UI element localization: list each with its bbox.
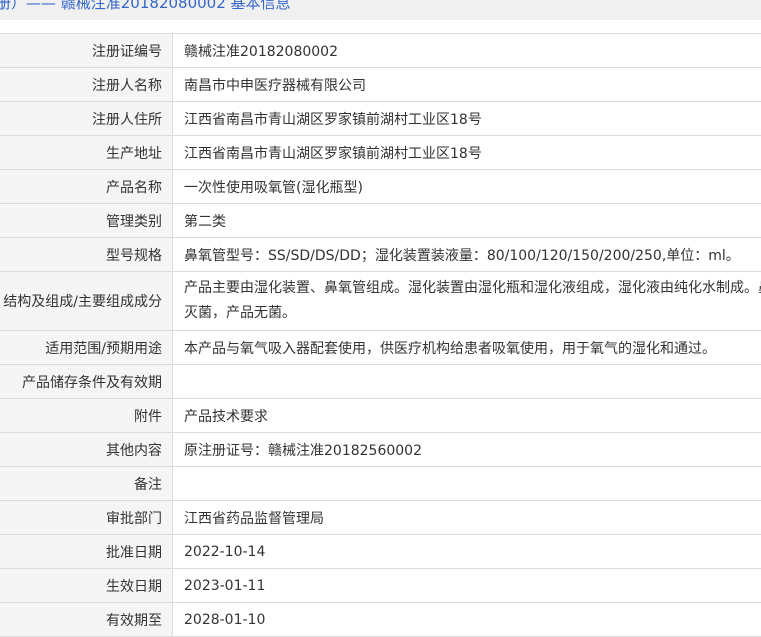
table-row: 备注 [0, 467, 761, 501]
row-value: 江西省药品监督管理局 [173, 501, 761, 535]
table-row: 型号规格 鼻氧管型号：SS/SD/DS/DD；湿化装置装液量：80/100/12… [0, 238, 761, 272]
table-row: 生效日期 2023-01-11 [0, 569, 761, 603]
row-value-continued: 灭菌，产品无菌。 [184, 301, 761, 326]
table-row: 其他内容 原注册证号：赣械注准20182560002 [0, 433, 761, 467]
row-label: 适用范围/预期用途 [0, 338, 172, 358]
row-label: 备注 [0, 474, 172, 494]
row-label: 生产地址 [0, 143, 172, 163]
row-value: 江西省南昌市青山湖区罗家镇前湖村工业区18号 [173, 136, 761, 170]
table-row: 附件 产品技术要求 [0, 399, 761, 433]
row-label: 注册人名称 [0, 75, 172, 95]
table-row: 结构及组成/主要组成成分 产品主要由湿化装置、鼻氧管组成。湿化装置由湿化瓶和湿化… [0, 272, 761, 331]
row-value: 鼻氧管型号：SS/SD/DS/DD；湿化装置装液量：80/100/120/150… [173, 238, 761, 272]
row-value: 2022-10-14 [173, 535, 761, 569]
table-row: 适用范围/预期用途 本产品与氧气吸入器配套使用，供医疗机构给患者吸氧使用，用于氧… [0, 331, 761, 365]
row-label: 产品储存条件及有效期 [0, 372, 172, 392]
row-label: 注册证编号 [0, 41, 172, 61]
table-row: 注册人住所 江西省南昌市青山湖区罗家镇前湖村工业区18号 [0, 102, 761, 136]
row-value: 2028-01-10 [173, 603, 761, 637]
row-label: 产品名称 [0, 177, 172, 197]
row-label: 附件 [0, 406, 172, 426]
row-value: 原注册证号：赣械注准20182560002 [173, 433, 761, 467]
row-value: 南昌市中申医疗器械有限公司 [173, 68, 761, 102]
table-row: 有效期至 2028-01-10 [0, 603, 761, 637]
row-label: 生效日期 [0, 576, 172, 596]
row-value: 江西省南昌市青山湖区罗家镇前湖村工业区18号 [173, 102, 761, 136]
table-row: 产品储存条件及有效期 [0, 365, 761, 399]
row-value: 产品技术要求 [173, 399, 761, 433]
row-value: 2023-01-11 [173, 569, 761, 603]
registration-info-table: 注册证编号 赣械注准20182080002 注册人名称 南昌市中申医疗器械有限公… [0, 33, 761, 637]
row-label: 注册人住所 [0, 109, 172, 129]
row-value: 一次性使用吸氧管(湿化瓶型) [173, 170, 761, 204]
table-row: 注册人名称 南昌市中申医疗器械有限公司 [0, 68, 761, 102]
table-row: 管理类别 第二类 [0, 204, 761, 238]
table-row: 批准日期 2022-10-14 [0, 535, 761, 569]
row-value: 本产品与氧气吸入器配套使用，供医疗机构给患者吸氧使用，用于氧气的湿化和通过。 [173, 331, 761, 365]
row-label: 审批部门 [0, 508, 172, 528]
row-value: 产品主要由湿化装置、鼻氧管组成。湿化装置由湿化瓶和湿化液组成，湿化液由纯化水制成… [184, 276, 761, 301]
table-row: 注册证编号 赣械注准20182080002 [0, 34, 761, 68]
row-label: 批准日期 [0, 542, 172, 562]
row-value: 赣械注准20182080002 [173, 34, 761, 68]
table-row: 审批部门 江西省药品监督管理局 [0, 501, 761, 535]
row-label: 其他内容 [0, 440, 172, 460]
breadcrumb-text: 册）—— 赣械注准20182080002 基本信息 [0, 0, 291, 15]
row-value: 第二类 [173, 204, 761, 238]
breadcrumb-header: 册）—— 赣械注准20182080002 基本信息 [0, 0, 761, 20]
row-label: 结构及组成/主要组成成分 [0, 291, 172, 311]
row-value [173, 365, 761, 399]
row-label: 有效期至 [0, 610, 172, 630]
row-value [173, 467, 761, 501]
table-row: 产品名称 一次性使用吸氧管(湿化瓶型) [0, 170, 761, 204]
row-label: 管理类别 [0, 211, 172, 231]
table-row: 生产地址 江西省南昌市青山湖区罗家镇前湖村工业区18号 [0, 136, 761, 170]
row-label: 型号规格 [0, 245, 172, 265]
